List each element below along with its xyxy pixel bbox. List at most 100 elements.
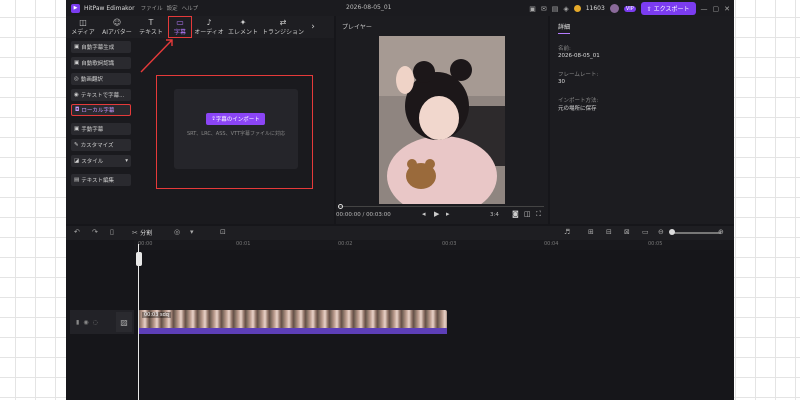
zoom-in-icon[interactable]: ⊕ <box>718 228 724 236</box>
tab-subtitle[interactable]: ▭ 字幕 <box>168 16 192 38</box>
crop-icon[interactable]: ⊡ <box>220 228 226 236</box>
text-icon: T <box>148 18 154 27</box>
clip-label: 00:03 sdq <box>142 312 171 318</box>
delete-icon[interactable]: ▯ <box>110 228 114 236</box>
tab-transition[interactable]: ⇄ トランジション <box>260 16 306 38</box>
document-title: 2026-08-05_01 <box>346 4 392 11</box>
sidebar-item-style[interactable]: ◪ スタイル ▾ <box>71 155 131 167</box>
maximize-icon[interactable]: ▢ <box>713 5 720 13</box>
sidebar-item-local-subtitle[interactable]: ◘ ローカル字幕 <box>71 104 131 116</box>
app-logo-icon: ▶ <box>71 3 80 13</box>
fit-timeline-icon[interactable]: ▭ <box>642 228 649 236</box>
framerate-label: フレームレート: <box>558 72 599 78</box>
sidebar-item-label: 手動字幕 <box>81 127 104 133</box>
aspect-ratio-select[interactable]: 3:4 <box>490 212 499 218</box>
visibility-icon[interactable]: ◉ <box>83 319 88 326</box>
local-subtitle-icon: ◘ <box>75 107 80 113</box>
export-icon: ⇧ <box>646 6 654 13</box>
toolbar-next-icon[interactable]: › <box>306 16 320 38</box>
sidebar-item-video-translation[interactable]: ◎ 動画翻訳 <box>71 73 131 85</box>
track-mode-icon[interactable]: ⊠ <box>624 228 630 236</box>
avatar-icon: ☺ <box>112 18 122 27</box>
transition-icon: ⇄ <box>279 18 287 27</box>
zoom-slider[interactable] <box>671 232 721 234</box>
minimize-icon[interactable]: — <box>701 5 708 13</box>
close-icon[interactable]: ✕ <box>724 5 730 13</box>
ruler-tick: 00:05 <box>648 241 663 247</box>
freeze-icon[interactable]: ◎ <box>174 228 180 236</box>
avatar[interactable] <box>609 4 619 13</box>
sidebar-item-customize[interactable]: ✎ カスタマイズ <box>71 139 131 151</box>
message-icon[interactable]: ✉ <box>541 5 547 13</box>
name-value: 2026-08-05_01 <box>558 53 600 59</box>
sidebar-item-label: カスタマイズ <box>80 143 114 149</box>
details-panel <box>550 16 734 224</box>
cc-icon: ▣ <box>74 60 80 66</box>
name-label: 名前: <box>558 46 571 52</box>
link-icon[interactable]: ⊞ <box>588 228 594 236</box>
title-bar-actions: ▣ ✉ ▤ ◈ 11603 VIP ⇧ エクスポート — ▢ ✕ <box>529 2 730 15</box>
sidebar-item-manual-subtitle[interactable]: ▣ 手動字幕 <box>71 123 131 135</box>
tab-element[interactable]: ✦ エレメント <box>226 16 260 38</box>
marker-icon[interactable]: ▾ <box>190 228 194 236</box>
lock-icon[interactable]: ▮ <box>76 319 79 326</box>
highlight-box <box>156 75 313 189</box>
chevron-down-icon: ▾ <box>125 158 128 164</box>
coin-count: 11603 <box>585 5 605 12</box>
tab-ai-avatar[interactable]: ☺ AIアバター <box>100 16 134 38</box>
sidebar-item-label: ローカル字幕 <box>81 108 115 114</box>
playhead-handle[interactable] <box>136 252 142 266</box>
split-label: 分割 <box>140 230 153 237</box>
text-edit-icon: ▤ <box>74 177 80 183</box>
sidebar-item-auto-lyrics[interactable]: ▣ 自動歌詞認識 <box>71 57 131 69</box>
scissors-icon: ✂ <box>132 229 141 237</box>
tab-details[interactable]: 詳細 <box>558 22 571 34</box>
play-icon[interactable]: ▶ <box>434 210 439 218</box>
vip-badge[interactable]: VIP <box>623 5 636 12</box>
player-progress-handle[interactable] <box>338 204 343 209</box>
undo-icon[interactable]: ↶ <box>74 228 80 236</box>
timeline-ruler[interactable] <box>134 240 734 250</box>
menu-help[interactable]: ヘルプ <box>182 4 199 12</box>
microphone-icon[interactable]: ♬ <box>564 228 570 236</box>
player-time: 00:00:00 / 00:03:00 <box>336 212 391 218</box>
sidebar-item-label: テキストで字幕... <box>80 93 125 99</box>
sidebar-item-label: スタイル <box>81 159 104 165</box>
redo-icon[interactable]: ↷ <box>92 228 98 236</box>
cover-image-button[interactable]: ▨ <box>116 312 132 332</box>
image-icon: ▨ <box>120 317 128 327</box>
mute-icon[interactable]: ◌ <box>93 319 98 326</box>
magnet-icon[interactable]: ⊟ <box>606 228 612 236</box>
snapshot-icon[interactable]: ◙ <box>512 210 519 218</box>
quality-icon[interactable]: ◫ <box>524 210 531 218</box>
tab-media[interactable]: ◫ メディア <box>66 16 100 38</box>
sidebar-item-auto-subtitle[interactable]: ▣ 自動字幕生成 <box>71 41 131 53</box>
tab-audio[interactable]: ♪ オーディオ <box>192 16 226 38</box>
player-progress-track[interactable] <box>338 206 544 207</box>
ruler-tick: 00:01 <box>236 241 251 247</box>
tab-media-label: メディア <box>71 29 95 36</box>
sidebar-item-text-edit[interactable]: ▤ テキスト編集 <box>71 174 131 186</box>
audio-waveform-bar <box>138 328 447 334</box>
menu-file[interactable]: ファイル <box>141 4 163 12</box>
split-button[interactable]: ✂ 分割 <box>132 228 152 237</box>
notification-icon[interactable]: ◈ <box>563 5 568 13</box>
tab-audio-label: オーディオ <box>194 29 224 36</box>
manual-subtitle-icon: ▣ <box>74 126 80 132</box>
next-frame-icon[interactable]: ▸ <box>446 210 450 218</box>
sidebar-item-text-to-subtitle[interactable]: ◉ テキストで字幕... <box>71 89 131 101</box>
monitor-icon[interactable]: ▤ <box>552 5 559 13</box>
export-button[interactable]: ⇧ エクスポート <box>640 2 696 15</box>
previous-frame-icon[interactable]: ◂ <box>422 210 426 218</box>
framerate-value: 30 <box>558 79 565 85</box>
gift-icon[interactable]: ▣ <box>529 5 536 13</box>
tab-subtitle-label: 字幕 <box>173 29 186 36</box>
zoom-out-icon[interactable]: ⊖ <box>658 228 664 236</box>
tab-text[interactable]: T テキスト <box>134 16 168 38</box>
fullscreen-icon[interactable]: ⛶ <box>536 210 541 219</box>
text-subtitle-icon: ◉ <box>74 92 79 98</box>
menu-settings[interactable]: 設定 <box>167 4 178 12</box>
playhead[interactable] <box>138 244 139 400</box>
zoom-slider-handle[interactable] <box>669 229 675 235</box>
video-preview[interactable] <box>379 36 505 204</box>
